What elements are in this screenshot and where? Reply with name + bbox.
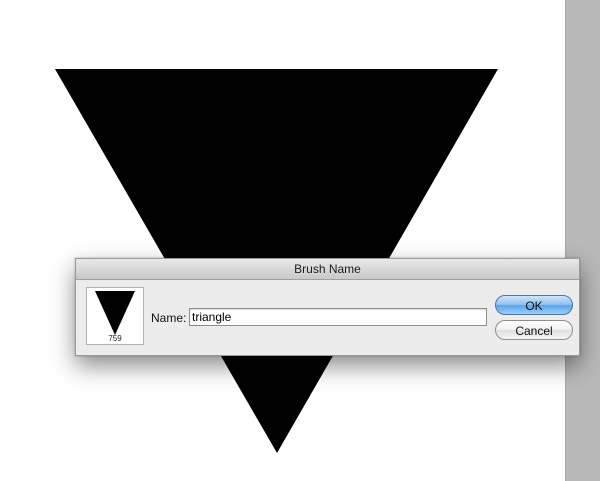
brush-name-input[interactable] [189,308,487,326]
name-label: Name: [151,311,187,325]
dialog-titlebar[interactable]: Brush Name [76,259,579,280]
ok-button[interactable]: OK [495,295,573,315]
cancel-button[interactable]: Cancel [495,320,573,340]
brush-preview: 759 [86,287,144,345]
brush-size-label: 759 [108,334,122,343]
brush-name-dialog: Brush Name 759 Name: OK Cancel [75,258,580,356]
pasteboard-gutter [565,0,600,481]
triangle-shape [55,69,498,453]
document-canvas[interactable] [0,0,565,481]
dialog-title: Brush Name [294,262,361,276]
inverted-triangle-icon [95,291,135,335]
